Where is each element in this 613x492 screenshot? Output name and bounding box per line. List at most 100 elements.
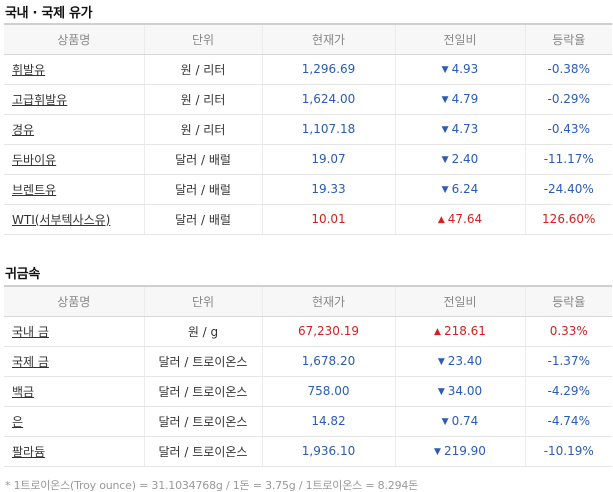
header-price: 현재가 (261, 285, 395, 317)
price-cell: 1,936.10 (261, 436, 395, 467)
change-cell: ▼ 4.93 (394, 54, 525, 85)
header-product: 상품명 (4, 23, 144, 55)
down-triangle-icon: ▼ (441, 417, 449, 427)
unit-cell: 달러 / 배럴 (143, 174, 262, 205)
change-value: 4.79 (451, 92, 479, 106)
change-cell: ▼ 2.40 (394, 144, 525, 175)
change-cell: ▼ 34.00 (394, 376, 525, 407)
unit-cell: 달러 / 트로이온스 (143, 376, 262, 407)
product-link[interactable]: WTI(서부텍사스유) (12, 213, 110, 227)
change-value: 2.40 (451, 152, 479, 166)
product-name-cell: 고급휘발유 (4, 84, 144, 115)
table-row: 국내 금원 / g 67,230.19 ▲ 218.61 0.33% (4, 316, 612, 347)
product-name-cell: WTI(서부텍사스유) (4, 204, 144, 235)
change-value: 23.40 (447, 354, 483, 368)
change-cell: ▼ 219.90 (394, 436, 525, 467)
header-unit: 단위 (143, 23, 262, 55)
table-row: WTI(서부텍사스유) 달러 / 배럴 10.01 ▲ 47.64 126.60% (4, 204, 612, 235)
product-name-cell: 국제 금 (4, 346, 144, 377)
change-cell: ▼ 4.73 (394, 114, 525, 145)
product-name-cell: 국내 금 (4, 316, 144, 347)
rate-cell: -0.43% (524, 114, 612, 145)
metal-section-title: 귀금속 (5, 267, 40, 282)
table-row: 백금 달러 / 트로이온스 758.00 ▼ 34.00 -4.29% (4, 376, 612, 407)
table-row: 경유 원 / 리터 1,107.18 ▼ 4.73 -0.43% (4, 114, 612, 145)
price-cell: 1,624.00 (261, 84, 395, 115)
table-row: 두바이유 달러 / 배럴 19.07 ▼ 2.40 -11.17% (4, 144, 612, 175)
unit-cell: 달러 / 배럴 (143, 144, 262, 175)
table-row: 브렌트유 달러 / 배럴 19.33 ▼ 6.24 -24.40% (4, 174, 612, 205)
product-link[interactable]: 팔라듐 (12, 445, 45, 459)
rate-cell: -11.17% (524, 144, 612, 175)
unit-cell: 달러 / 트로이온스 (143, 406, 262, 437)
troy-ounce-footnote: * 1트로이온스(Troy ounce) = 31.1034768g / 1돈 … (5, 479, 419, 492)
rate-cell: 126.60% (524, 204, 612, 235)
table-row: 고급휘발유 원 / 리터 1,624.00 ▼ 4.79 -0.29% (4, 84, 612, 115)
product-link[interactable]: 국내 금 (12, 325, 49, 339)
product-name-cell: 은 (4, 406, 144, 437)
change-value: 6.24 (451, 182, 479, 196)
product-name-cell: 두바이유 (4, 144, 144, 175)
product-link[interactable]: 두바이유 (12, 153, 56, 167)
header-price: 현재가 (261, 23, 395, 55)
unit-cell: 달러 / 트로이온스 (143, 436, 262, 467)
change-cell: ▼ 4.79 (394, 84, 525, 115)
price-cell: 67,230.19 (261, 316, 395, 347)
down-triangle-icon: ▼ (441, 155, 449, 165)
price-cell: 758.00 (261, 376, 395, 407)
change-cell: ▼ 6.24 (394, 174, 525, 205)
product-name-cell: 경유 (4, 114, 144, 145)
down-triangle-icon: ▼ (434, 447, 441, 457)
price-cell: 10.01 (261, 204, 395, 235)
down-triangle-icon: ▼ (441, 125, 449, 135)
oil-price-table: 상품명 단위 현재가 전일비 등락율 휘발유 원 / 리터 1,296.69 ▼ 4.93 -0.… (4, 23, 612, 235)
oil-header-row: 상품명 단위 현재가 전일비 등락율 (4, 23, 612, 55)
price-cell: 1,107.18 (261, 114, 395, 145)
rate-cell: -1.37% (524, 346, 612, 377)
header-rate: 등락율 (524, 23, 612, 55)
change-cell: ▼ 23.40 (394, 346, 525, 377)
change-value: 0.74 (451, 414, 479, 428)
product-link[interactable]: 경유 (12, 123, 34, 137)
price-cell: 19.07 (261, 144, 395, 175)
down-triangle-icon: ▼ (437, 357, 445, 367)
product-link[interactable]: 백금 (12, 385, 34, 399)
rate-cell: -24.40% (524, 174, 612, 205)
unit-cell: 원 / g (143, 316, 262, 347)
product-name-cell: 백금 (4, 376, 144, 407)
rate-cell: -0.38% (524, 54, 612, 85)
unit-cell: 원 / 리터 (143, 84, 262, 115)
product-link[interactable]: 브렌트유 (12, 183, 56, 197)
unit-cell: 원 / 리터 (143, 54, 262, 85)
price-cell: 1,678.20 (261, 346, 395, 377)
unit-cell: 달러 / 트로이온스 (143, 346, 262, 377)
oil-section-title: 국내 · 국제 유가 (5, 6, 93, 21)
table-row: 휘발유 원 / 리터 1,296.69 ▼ 4.93 -0.38% (4, 54, 612, 85)
rate-cell: -10.19% (524, 436, 612, 467)
rate-cell: -4.74% (524, 406, 612, 437)
product-link[interactable]: 고급휘발유 (12, 93, 67, 107)
change-value: 47.64 (447, 212, 483, 226)
product-link[interactable]: 은 (12, 415, 23, 429)
product-link[interactable]: 휘발유 (12, 63, 45, 77)
table-row: 국제 금 달러 / 트로이온스 1,678.20 ▼ 23.40 -1.37% (4, 346, 612, 377)
rate-cell: 0.33% (524, 316, 612, 347)
up-triangle-icon: ▲ (437, 215, 445, 225)
change-cell: ▼ 0.74 (394, 406, 525, 437)
change-cell: ▲ 47.64 (394, 204, 525, 235)
change-value: 4.93 (451, 62, 479, 76)
unit-cell: 달러 / 배럴 (143, 204, 262, 235)
up-triangle-icon: ▲ (434, 327, 441, 337)
product-name-cell: 브렌트유 (4, 174, 144, 205)
price-cell: 14.82 (261, 406, 395, 437)
header-unit: 단위 (143, 285, 262, 317)
header-product: 상품명 (4, 285, 144, 317)
down-triangle-icon: ▼ (441, 65, 449, 75)
rate-cell: -0.29% (524, 84, 612, 115)
down-triangle-icon: ▼ (441, 95, 449, 105)
header-change: 전일비 (394, 285, 525, 317)
table-row: 팔라듐 달러 / 트로이온스 1,936.10 ▼ 219.90 -10.19% (4, 436, 612, 467)
price-cell: 19.33 (261, 174, 395, 205)
down-triangle-icon: ▼ (437, 387, 445, 397)
product-link[interactable]: 국제 금 (12, 355, 49, 369)
